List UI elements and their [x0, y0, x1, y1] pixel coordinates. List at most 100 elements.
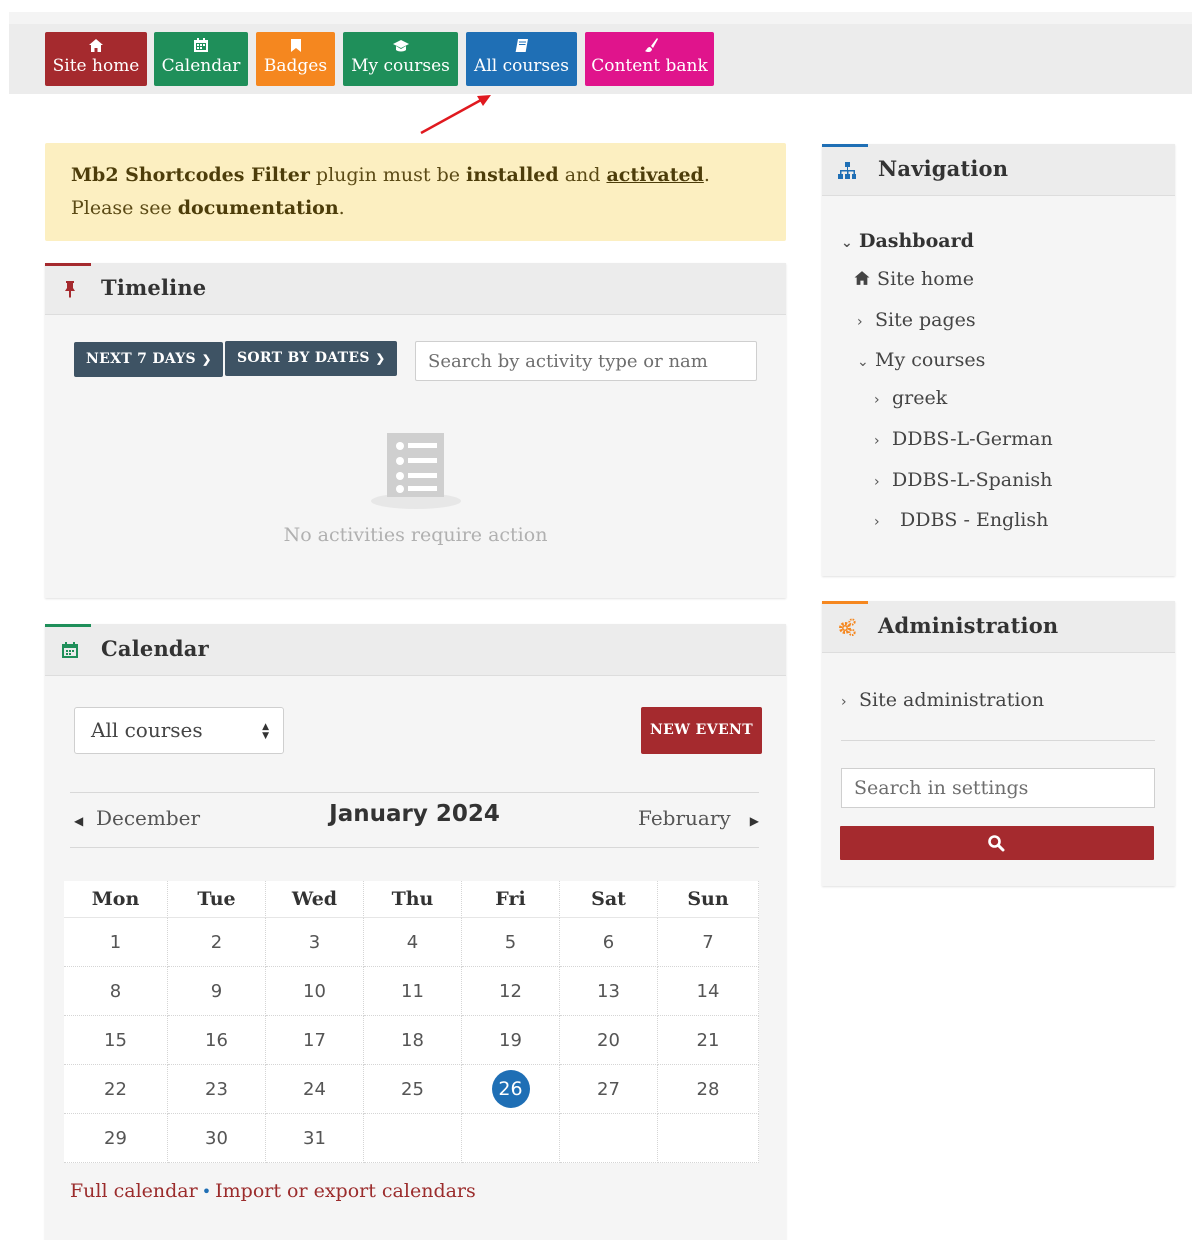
weekday-header: Wed	[266, 881, 364, 918]
calendar-day-cell[interactable]: 3	[266, 918, 364, 967]
nav-calendar-button[interactable]: Calendar	[154, 32, 248, 86]
sort-arrows-icon: ▲ ▼	[262, 722, 269, 741]
navigation-accent	[822, 144, 868, 147]
calendar-day-cell[interactable]: 9	[168, 967, 266, 1016]
calendar-day-cell[interactable]: 10	[266, 967, 364, 1016]
nav-all-courses-button[interactable]: All courses	[466, 32, 577, 86]
calendar-day-cell[interactable]: 8	[64, 967, 168, 1016]
calendar-day-cell[interactable]: 14	[658, 967, 759, 1016]
calendar-day-cell[interactable]: 28	[658, 1065, 759, 1114]
timeline-sort-dropdown[interactable]: SORT BY DATES ❯	[225, 341, 398, 376]
timeline-search-input[interactable]	[415, 341, 757, 381]
nav-my-courses-button[interactable]: My courses	[343, 32, 458, 86]
calendar-day-cell[interactable]: 2	[168, 918, 266, 967]
calendar-day-cell[interactable]: 5	[462, 918, 560, 967]
calendar-day-cell[interactable]: 25	[364, 1065, 462, 1114]
calendar-accent	[45, 624, 91, 627]
nav-my-courses-item[interactable]: ⌄ My courses	[857, 349, 985, 371]
alert-activated-link[interactable]: activated	[606, 164, 703, 186]
calendar-day-cell[interactable]: 6	[560, 918, 658, 967]
new-event-button[interactable]: NEW EVENT	[641, 707, 762, 754]
today-marker[interactable]: 26	[491, 1070, 530, 1108]
calendar-day-cell[interactable]: 24	[266, 1065, 364, 1114]
calendar-day-cell	[462, 1114, 560, 1163]
nav-site-pages-item[interactable]: › Site pages	[857, 309, 976, 331]
full-calendar-link[interactable]: Full calendar	[70, 1180, 198, 1202]
calendar-footer-links: Full calendar • Import or export calendars	[70, 1180, 476, 1202]
calendar-day-cell[interactable]: 15	[64, 1016, 168, 1065]
sitemap-icon	[838, 162, 856, 179]
calendar-weekday-row: Mon Tue Wed Thu Fri Sat Sun	[64, 881, 759, 918]
caret-left-icon: ◀	[74, 814, 84, 828]
calendar-prev-month-label: December	[95, 806, 201, 830]
navigation-title: Navigation	[878, 156, 1009, 181]
nav-site-home-label: Site home	[877, 268, 974, 290]
chevron-right-icon: ›	[874, 514, 880, 530]
timeline-filter-label: NEXT 7 DAYS	[86, 351, 196, 367]
nav-course-item[interactable]: › DDBS-L-German	[874, 428, 1053, 450]
timeline-sort-label: SORT BY DATES	[237, 350, 370, 366]
import-export-calendars-link[interactable]: Import or export calendars	[215, 1180, 476, 1202]
nav-site-home-item[interactable]: Site home	[853, 268, 974, 290]
calendar-header: Calendar	[45, 624, 786, 676]
timeline-header: Timeline	[45, 263, 786, 315]
calendar-course-select[interactable]: All courses ▲ ▼	[74, 707, 284, 754]
calendar-day-cell[interactable]: 12	[462, 967, 560, 1016]
administration-divider	[841, 740, 1155, 741]
nav-course-item[interactable]: › DDBS - English	[874, 509, 1048, 531]
nav-course-item[interactable]: › DDBS-L-Spanish	[874, 469, 1052, 491]
nav-calendar-label: Calendar	[161, 56, 241, 76]
weekday-header: Thu	[364, 881, 462, 918]
settings-search-button[interactable]	[840, 826, 1154, 860]
timeline-title: Timeline	[101, 275, 207, 300]
calendar-prev-month-link[interactable]: ◀ December	[74, 806, 200, 830]
nav-site-home-button[interactable]: Site home	[45, 32, 147, 86]
alert-text-2: and	[558, 164, 607, 186]
site-administration-item[interactable]: › Site administration	[841, 689, 1044, 711]
calendar-next-month-link[interactable]: February ▶	[638, 806, 759, 830]
settings-search-input[interactable]	[841, 768, 1155, 808]
calendar-icon	[154, 32, 248, 54]
nav-site-pages-label: Site pages	[875, 309, 976, 331]
calendar-nav-top-divider	[70, 792, 759, 793]
calendar-day-cell[interactable]: 4	[364, 918, 462, 967]
caret-right-icon: ▶	[749, 814, 759, 828]
alert-documentation-link[interactable]: documentation	[178, 197, 339, 219]
calendar-day-cell[interactable]: 18	[364, 1016, 462, 1065]
administration-title: Administration	[878, 613, 1059, 638]
nav-dashboard-item[interactable]: ⌄ Dashboard	[841, 230, 974, 252]
calendar-day-cell[interactable]: 29	[64, 1114, 168, 1163]
nav-badges-label: Badges	[263, 56, 328, 76]
calendar-day-cell[interactable]: 11	[364, 967, 462, 1016]
calendar-day-cell[interactable]: 1	[64, 918, 168, 967]
nav-dashboard-label: Dashboard	[859, 230, 974, 252]
calendar-day-cell[interactable]: 31	[266, 1114, 364, 1163]
calendar-week-row: 8 9 10 11 12 13 14	[64, 967, 759, 1016]
calendar-week-row: 29 30 31	[64, 1114, 759, 1163]
administration-accent	[822, 601, 868, 604]
nav-badges-button[interactable]: Badges	[256, 32, 335, 86]
calendar-day-cell[interactable]: 23	[168, 1065, 266, 1114]
calendar-nav-bottom-divider	[70, 847, 759, 848]
timeline-accent	[45, 263, 91, 266]
calendar-day-cell[interactable]: 17	[266, 1016, 364, 1065]
calendar-day-cell[interactable]: 20	[560, 1016, 658, 1065]
calendar-course-select-value: All courses	[91, 718, 203, 742]
calendar-day-cell[interactable]: 30	[168, 1114, 266, 1163]
bookmark-icon	[256, 32, 335, 54]
nav-content-bank-button[interactable]: Content bank	[585, 32, 714, 86]
calendar-day-cell[interactable]: 26	[462, 1065, 560, 1114]
calendar-day-cell[interactable]: 7	[658, 918, 759, 967]
paint-brush-icon	[585, 32, 714, 54]
calendar-day-cell[interactable]: 22	[64, 1065, 168, 1114]
calendar-day-cell[interactable]: 13	[560, 967, 658, 1016]
calendar-day-cell[interactable]: 27	[560, 1065, 658, 1114]
book-icon	[466, 32, 577, 54]
nav-course-item[interactable]: › greek	[874, 387, 947, 409]
calendar-day-cell[interactable]: 19	[462, 1016, 560, 1065]
calendar-month-grid: Mon Tue Wed Thu Fri Sat Sun 1 2 3 4 5 6 7 8 9 10 11 12 13 14…	[64, 881, 759, 1163]
timeline-filter-dropdown[interactable]: NEXT 7 DAYS ❯	[74, 342, 224, 377]
calendar-day-cell[interactable]: 21	[658, 1016, 759, 1065]
nav-site-home-label: Site home	[52, 56, 140, 76]
calendar-day-cell[interactable]: 16	[168, 1016, 266, 1065]
